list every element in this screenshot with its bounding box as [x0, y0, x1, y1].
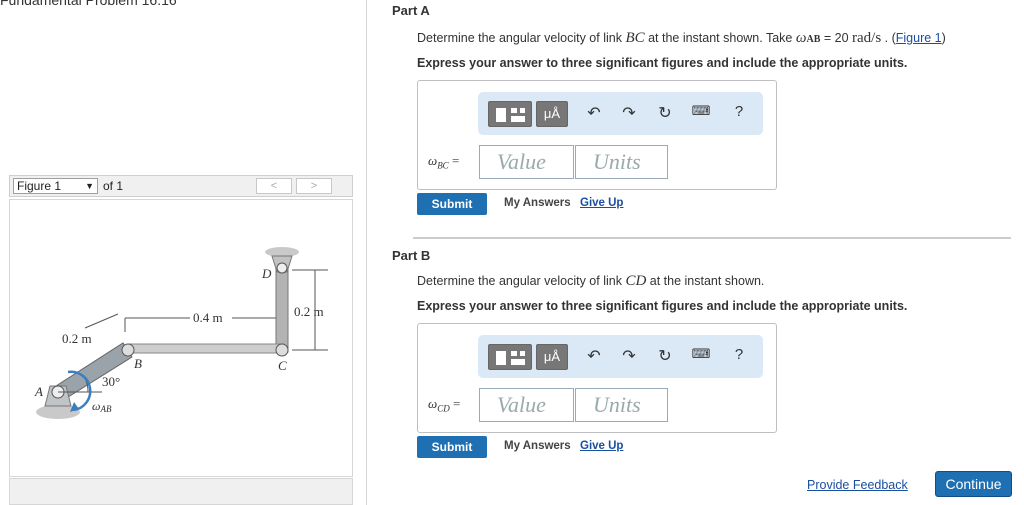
link-bc	[127, 343, 285, 354]
part-b-question: Determine the angular velocity of link C…	[417, 273, 764, 290]
part-b-units-input[interactable]: Units	[575, 388, 668, 422]
figure-pane: Fundamental Problem 16.16 Figure 1 ▼ of …	[0, 0, 367, 505]
figure-image: 0.2 m 0.4 m 0.2 m 30° ωAB D C B A	[9, 199, 353, 477]
label-b: B	[134, 356, 142, 371]
part-b-give-up-link[interactable]: Give Up	[580, 440, 623, 452]
dim-label-right: 0.2 m	[294, 304, 324, 319]
templates-button[interactable]	[488, 344, 532, 370]
templates-button[interactable]	[488, 101, 532, 127]
templates-icon	[496, 351, 525, 365]
templates-icon	[496, 108, 525, 122]
part-a-my-answers[interactable]: My Answers	[504, 197, 571, 209]
part-b-value-input[interactable]: Value	[479, 388, 574, 422]
part-b-question-text: Determine the angular velocity of link	[417, 274, 626, 288]
reset-icon[interactable]: ↻	[654, 103, 676, 123]
part-b-answer-box: μÅ ↶ ↷ ↻ ⌨ ? ωCD = Value Units	[417, 323, 777, 433]
part-a-units-input[interactable]: Units	[575, 145, 668, 179]
part-a-question: Determine the angular velocity of link B…	[417, 30, 946, 47]
part-a-equals: = 20	[820, 31, 852, 45]
part-a-question-text: at the instant shown. Take	[644, 31, 796, 45]
part-a-question-text: . (	[881, 31, 896, 45]
omega-subscript: AB	[806, 34, 821, 45]
part-b-instruction: Express your answer to three significant…	[417, 299, 908, 313]
dim-label-top: 0.4 m	[193, 310, 223, 325]
next-figure-button[interactable]: >	[296, 178, 332, 194]
omega-cd-label: ωCD =	[428, 396, 461, 414]
dim-line	[84, 313, 119, 329]
part-a-submit-button[interactable]: Submit	[417, 193, 487, 215]
chevron-down-icon: ▼	[85, 181, 94, 191]
units-symbol-button[interactable]: μÅ	[536, 344, 568, 370]
part-b-submit-button[interactable]: Submit	[417, 436, 487, 458]
dim-label-left: 0.2 m	[62, 331, 92, 346]
label-a: A	[34, 384, 43, 399]
redo-icon[interactable]: ↷	[618, 346, 640, 366]
figure-count: of 1	[103, 179, 124, 193]
figure-toolbar: Figure 1 ▼ of 1 < >	[9, 175, 353, 197]
label-c: C	[278, 358, 287, 373]
undo-icon[interactable]: ↶	[583, 346, 605, 366]
pin-c	[275, 343, 289, 357]
help-button[interactable]: ?	[728, 103, 750, 120]
part-a-link-symbol: BC	[625, 30, 645, 46]
figure-select[interactable]: Figure 1 ▼	[13, 178, 98, 194]
omega-bc-label: ωBC =	[428, 153, 460, 171]
units-symbol-button[interactable]: μÅ	[536, 101, 568, 127]
part-a-give-up-link[interactable]: Give Up	[580, 197, 623, 209]
part-a-question-text: )	[941, 31, 946, 45]
part-a-math-toolbar: μÅ ↶ ↷ ↻ ⌨ ?	[478, 92, 763, 135]
problem-title: Fundamental Problem 16.16	[0, 0, 177, 8]
keyboard-icon[interactable]: ⌨	[690, 103, 712, 119]
omega-symbol: ω	[795, 30, 807, 46]
link-cd	[275, 259, 289, 353]
undo-icon[interactable]: ↶	[583, 103, 605, 123]
pin-b	[121, 343, 135, 357]
part-b-question-text: at the instant shown.	[646, 274, 765, 288]
part-a-answer-box: μÅ ↶ ↷ ↻ ⌨ ? ωBC = Value Units	[417, 80, 777, 190]
pin-d	[276, 262, 288, 274]
figure-select-value: Figure 1	[17, 179, 62, 193]
figure-footer	[9, 478, 353, 505]
part-a-title[interactable]: Part A	[392, 3, 430, 18]
linkage-diagram: 0.2 m 0.4 m 0.2 m 30° ωAB D C B A	[34, 247, 328, 419]
help-button[interactable]: ?	[728, 346, 750, 363]
part-b-title[interactable]: Part B	[392, 248, 430, 263]
prev-figure-button[interactable]: <	[256, 178, 292, 194]
omega-label: ωAB	[92, 399, 112, 414]
part-a-question-text: Determine the angular velocity of link	[417, 31, 626, 45]
part-b-link-symbol: CD	[625, 273, 647, 289]
part-b-my-answers[interactable]: My Answers	[504, 440, 571, 452]
reset-icon[interactable]: ↻	[654, 346, 676, 366]
label-d: D	[261, 266, 272, 281]
angle-label: 30°	[102, 374, 120, 389]
continue-button[interactable]: Continue	[935, 471, 1012, 497]
part-a-value-input[interactable]: Value	[479, 145, 574, 179]
provide-feedback-link[interactable]: Provide Feedback	[807, 478, 908, 492]
part-divider	[413, 237, 1011, 239]
figure-1-link[interactable]: Figure 1	[896, 31, 942, 45]
part-a-unit: rad/s	[852, 30, 882, 46]
part-b-math-toolbar: μÅ ↶ ↷ ↻ ⌨ ?	[478, 335, 763, 378]
keyboard-icon[interactable]: ⌨	[690, 346, 712, 362]
part-a-instruction: Express your answer to three significant…	[417, 56, 908, 70]
redo-icon[interactable]: ↷	[618, 103, 640, 123]
question-pane: Part A Determine the angular velocity of…	[368, 0, 1024, 505]
